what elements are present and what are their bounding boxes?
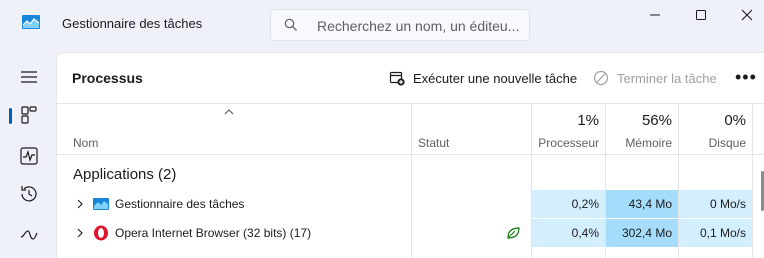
- close-button[interactable]: [736, 6, 758, 24]
- column-status[interactable]: Statut: [418, 136, 449, 150]
- search-icon: [284, 18, 298, 32]
- column-memory[interactable]: Mémoire: [606, 136, 672, 150]
- cpu-value: 0,4%: [531, 219, 605, 247]
- run-new-task-label: Exécuter une nouvelle tâche: [413, 70, 578, 86]
- processes-icon[interactable]: [18, 104, 40, 126]
- task-manager-app-icon: [22, 15, 40, 29]
- processes-panel: Processus Exécuter une nouvelle tâche Te…: [56, 52, 764, 258]
- disk-total-percent[interactable]: 0%: [679, 112, 746, 129]
- navigation-rail: [0, 52, 56, 258]
- search-placeholder: Recherchez un nom, un éditeu...: [317, 18, 520, 34]
- run-new-task-button[interactable]: Exécuter une nouvelle tâche: [389, 67, 577, 89]
- startup-apps-icon[interactable]: [18, 223, 40, 245]
- app-history-icon[interactable]: [18, 183, 40, 205]
- disk-value: 0 Mo/s: [679, 190, 752, 218]
- column-divider[interactable]: [752, 104, 753, 156]
- performance-icon[interactable]: [18, 145, 40, 167]
- column-cpu[interactable]: Processeur: [531, 136, 599, 150]
- disk-value: 0,1 Mo/s: [679, 219, 752, 247]
- hamburger-menu-icon[interactable]: [18, 66, 40, 88]
- process-name: Opera Internet Browser (32 bits) (17): [115, 226, 312, 240]
- sort-ascending-icon[interactable]: [223, 108, 235, 116]
- efficiency-leaf-icon: [507, 227, 520, 239]
- end-task-button[interactable]: Terminer la tâche: [593, 67, 717, 89]
- end-task-label: Terminer la tâche: [617, 70, 717, 86]
- end-task-icon: [593, 70, 609, 86]
- memory-value: 43,4 Mo: [606, 190, 678, 218]
- run-task-icon: [389, 71, 405, 86]
- table-header: Nom Statut 1% Processeur 56% Mémoire 0% …: [57, 103, 764, 156]
- minimize-button[interactable]: [644, 6, 666, 24]
- page-title: Processus: [72, 70, 143, 86]
- chevron-right-icon[interactable]: [76, 199, 84, 209]
- column-divider[interactable]: [411, 104, 412, 156]
- more-options-icon[interactable]: •••: [735, 67, 757, 88]
- nav-selection-indicator: [9, 108, 12, 124]
- table-row[interactable]: Opera Internet Browser (32 bits) (17) 0,…: [57, 219, 764, 247]
- chevron-right-icon[interactable]: [76, 228, 84, 238]
- cpu-total-percent[interactable]: 1%: [531, 112, 599, 129]
- task-manager-icon: [93, 196, 109, 212]
- memory-value: 302,4 Mo: [606, 219, 678, 247]
- table-row[interactable]: Gestionnaire des tâches 0,2% 43,4 Mo 0 M…: [57, 190, 764, 218]
- group-header-applications: Applications (2): [73, 166, 177, 183]
- search-box[interactable]: Recherchez un nom, un éditeu...: [270, 9, 530, 41]
- memory-total-percent[interactable]: 56%: [606, 112, 672, 129]
- maximize-button[interactable]: [690, 6, 712, 24]
- window-title: Gestionnaire des tâches: [62, 16, 203, 31]
- column-name[interactable]: Nom: [73, 136, 98, 150]
- cpu-value: 0,2%: [531, 190, 605, 218]
- column-disk[interactable]: Disque: [679, 136, 746, 150]
- opera-icon: [93, 225, 109, 241]
- process-name: Gestionnaire des tâches: [115, 197, 245, 211]
